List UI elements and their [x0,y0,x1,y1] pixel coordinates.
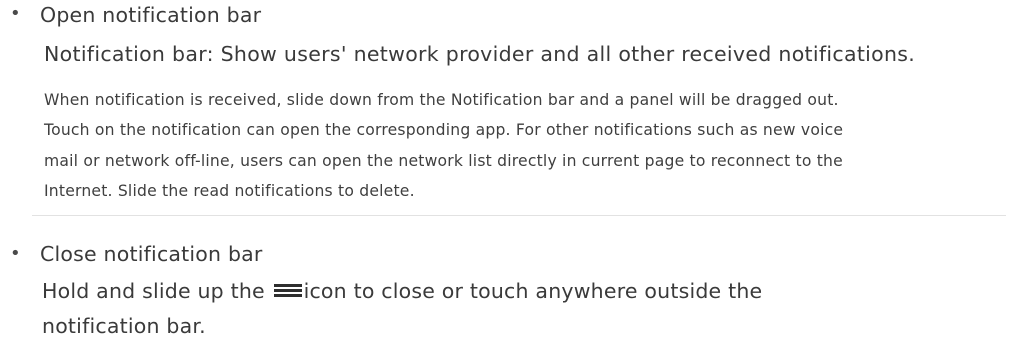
paragraph-line: mail or network off-line, users can open… [44,152,843,170]
menu-lines-icon [273,283,302,297]
section-divider [32,215,1006,216]
instruction-text-before-icon: Hold and slide up the [42,279,265,303]
close-instruction-line-2: notification bar. [42,314,206,338]
bullet: • [10,3,21,24]
open-notification-heading: Open notification bar [40,3,262,27]
close-instruction-line: Hold and slide up the icon to close or t… [42,279,762,303]
notification-bar-description: Notification bar: Show users' network pr… [44,42,916,66]
instruction-text-after-icon: icon to close or touch anywhere outside … [303,279,763,303]
paragraph-line: When notification is received, slide dow… [44,91,839,109]
bullet: • [10,243,21,264]
close-notification-heading: Close notification bar [40,242,263,266]
paragraph-line: Internet. Slide the read notifications t… [44,182,415,200]
paragraph-line: Touch on the notification can open the c… [44,121,844,139]
